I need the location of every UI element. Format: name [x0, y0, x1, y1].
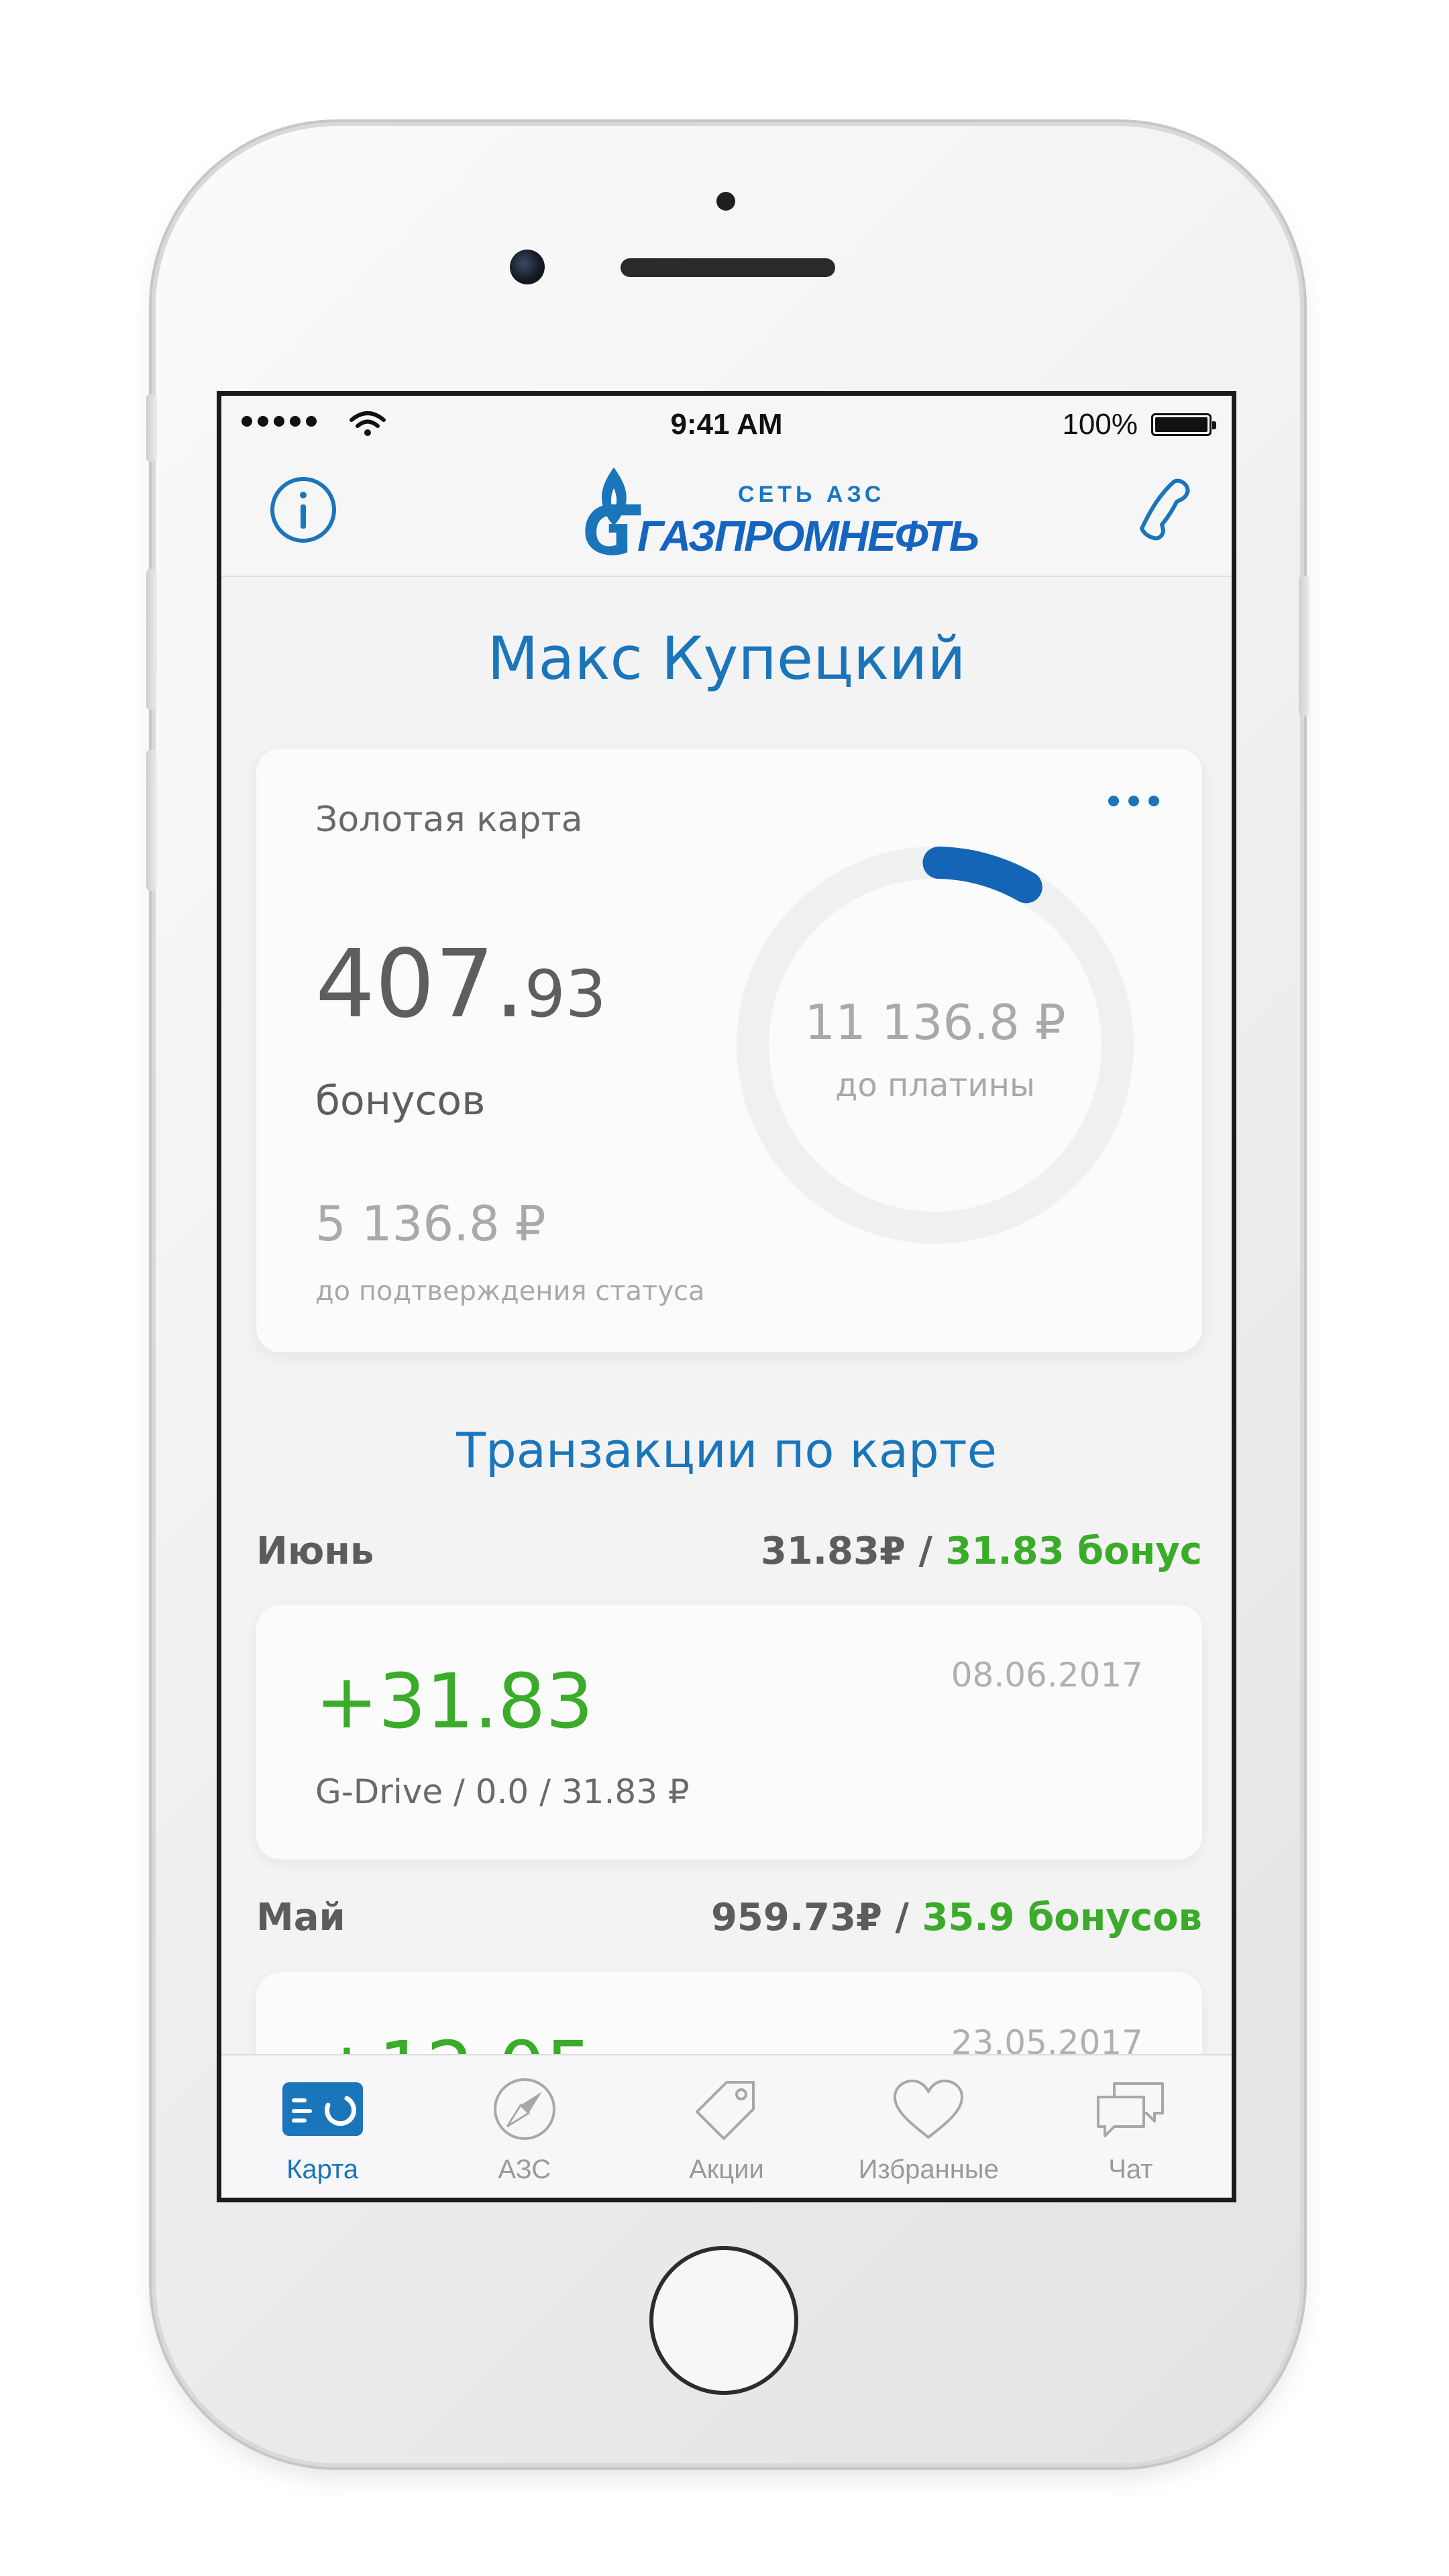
status-confirm-label: до подтверждения статуса: [315, 1276, 705, 1307]
bonus-decimal: 93: [524, 957, 606, 1032]
platinum-remaining-label: до платины: [835, 1067, 1035, 1104]
month-header-june: Июнь 31.83₽ / 31.83 бонус: [256, 1529, 1202, 1583]
logo-subtitle: СЕТЬ АЗС: [738, 482, 885, 507]
tab-label: Чат: [1108, 2155, 1153, 2184]
gazpromneft-logo: СЕТЬ АЗС ГАЗПРОМНЕФТЬ: [577, 463, 979, 564]
bonus-balance: 407.93: [315, 930, 606, 1039]
transaction-description: G-Drive / 0.0 / 31.83 ₽: [315, 1772, 690, 1811]
tab-promotions[interactable]: Акции: [625, 2055, 827, 2198]
proximity-sensor: [716, 192, 735, 211]
tab-label: АЗС: [498, 2155, 551, 2184]
tag-icon: [696, 2081, 755, 2140]
month-total-money: 31.83₽: [760, 1529, 906, 1573]
battery-percent: 100%: [1062, 408, 1138, 441]
month-name: Май: [256, 1896, 345, 1939]
month-total-separator: /: [905, 1529, 946, 1573]
tab-chat[interactable]: Чат: [1030, 2055, 1232, 2198]
platinum-remaining-amount: 11 136.8 ₽: [804, 994, 1066, 1051]
battery-icon: [1151, 413, 1216, 436]
tab-card[interactable]: Карта: [221, 2055, 423, 2198]
tab-favorites[interactable]: Избранные: [828, 2055, 1030, 2198]
status-bar: 9:41 AM 100%: [221, 396, 1232, 449]
volume-up-button: [146, 569, 157, 710]
chat-icon: [1097, 2082, 1165, 2137]
month-total-separator: /: [882, 1896, 922, 1939]
volume-down-button: [146, 750, 157, 891]
month-header-may: Май 959.73₽ / 35.9 бонусов: [256, 1896, 1202, 1949]
month-name: Июнь: [256, 1529, 374, 1573]
logo-title: ГАЗПРОМНЕФТЬ: [637, 512, 979, 560]
month-total-bonus: 31.83 бонус: [945, 1529, 1202, 1573]
phone-icon[interactable]: [1128, 476, 1193, 543]
nav-bar: СЕТЬ АЗС ГАЗПРОМНЕФТЬ: [221, 449, 1232, 577]
compass-icon: [493, 2078, 555, 2140]
tab-stations[interactable]: АЗС: [423, 2055, 625, 2198]
card-type-label: Золотая карта: [315, 800, 583, 840]
transactions-title: Транзакции по карте: [456, 1422, 997, 1479]
month-total-bonus: 35.9 бонусов: [922, 1896, 1202, 1939]
app-screen: 9:41 AM 100% СЕТЬ АЗС ГАЗПРОМНЕФТЬ Макс …: [217, 391, 1236, 2202]
home-button[interactable]: [649, 2246, 798, 2395]
tab-bar: Карта АЗС Акции Избранные Чат: [221, 2054, 1232, 2198]
status-confirm-amount: 5 136.8 ₽: [315, 1195, 546, 1252]
tab-label: Избранные: [858, 2155, 999, 2184]
month-total: 959.73₽ / 35.9 бонусов: [711, 1896, 1202, 1939]
mute-switch: [146, 394, 157, 462]
tab-label: Акции: [689, 2155, 764, 2184]
heart-icon: [894, 2080, 964, 2139]
power-button: [1299, 576, 1309, 716]
transaction-date: 08.06.2017: [951, 1656, 1143, 1695]
transaction-amount: +31.83: [315, 1658, 594, 1746]
user-name: Макс Купецкий: [487, 624, 966, 693]
bonus-integer: 407.: [315, 930, 525, 1039]
more-dots-icon[interactable]: [1108, 796, 1159, 806]
earpiece-speaker: [621, 258, 835, 277]
month-total: 31.83₽ / 31.83 бонус: [761, 1529, 1202, 1573]
month-total-money: 959.73₽: [710, 1896, 882, 1939]
progress-ring-fill: [922, 847, 1042, 904]
loyalty-card[interactable]: Золотая карта 407.93 бонусов 5 136.8 ₽ д…: [256, 749, 1202, 1352]
transaction-card[interactable]: +31.83 08.06.2017 G-Drive / 0.0 / 31.83 …: [256, 1605, 1202, 1860]
front-camera: [510, 250, 545, 284]
bonus-label: бонусов: [315, 1077, 486, 1124]
card-icon: [282, 2082, 363, 2136]
tab-label: Карта: [286, 2155, 359, 2184]
info-icon[interactable]: [268, 475, 338, 545]
